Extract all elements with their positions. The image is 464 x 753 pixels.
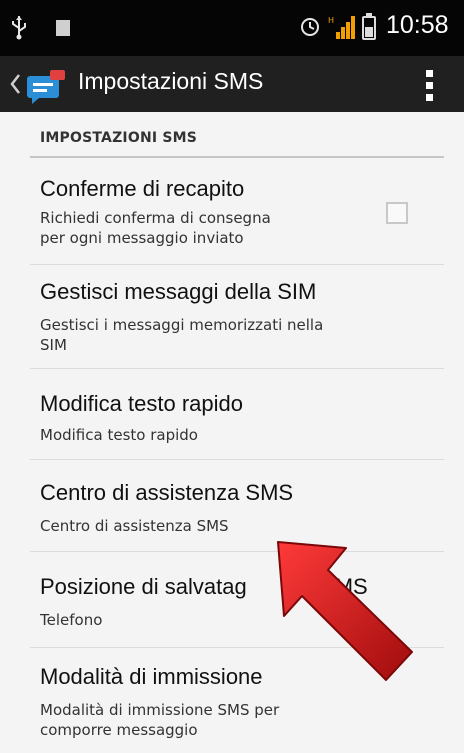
pref-title: Gestisci messaggi della SIM [40,279,317,304]
battery-icon [362,13,376,40]
red-arrow-icon [277,541,413,681]
svg-text:H: H [328,16,334,25]
page-title: Impostazioni SMS [78,68,264,94]
pref-title: Modifica testo rapido [40,391,243,416]
pref-title: Conferme di recapito [40,176,245,201]
alarm-icon [301,18,319,36]
pref-modifica-testo-rapido[interactable]: Modifica testo rapido Modifica testo rap… [30,369,444,460]
back-icon[interactable] [8,72,22,96]
gallery-icon [56,20,70,36]
pref-title: Centro di assistenza SMS [40,480,294,505]
pref-conferme-di-recapito[interactable]: Conferme di recapito Richiedi conferma d… [30,158,444,265]
pref-summary: Richiedi conferma di consegna per ogni m… [40,209,271,247]
pref-summary: Telefono [40,611,103,629]
status-time: 10:58 [386,11,449,39]
pref-title: Modalità di immissione [40,664,263,689]
action-bar: Impostazioni SMS [0,56,464,112]
signal-icon: H [328,16,355,39]
pref-gestisci-messaggi-sim[interactable]: Gestisci messaggi della SIM Gestisci i m… [30,265,444,369]
pref-summary: Modalità di immissione SMS per comporre … [40,701,280,739]
pref-centro-assistenza-sms[interactable]: Centro di assistenza SMS Centro di assis… [30,460,444,552]
status-bar: H 10:58 [0,0,464,56]
pref-summary: Centro di assistenza SMS [40,517,229,535]
overflow-menu-icon[interactable] [410,68,450,104]
delivery-report-checkbox[interactable] [386,202,408,224]
pref-summary: Modifica testo rapido [40,426,198,444]
pref-summary: Gestisci i messaggi memorizzati nella SI… [40,316,324,354]
section-header: IMPOSTAZIONI SMS [40,130,198,146]
messaging-app-icon[interactable] [24,68,68,104]
usb-icon [12,16,26,40]
